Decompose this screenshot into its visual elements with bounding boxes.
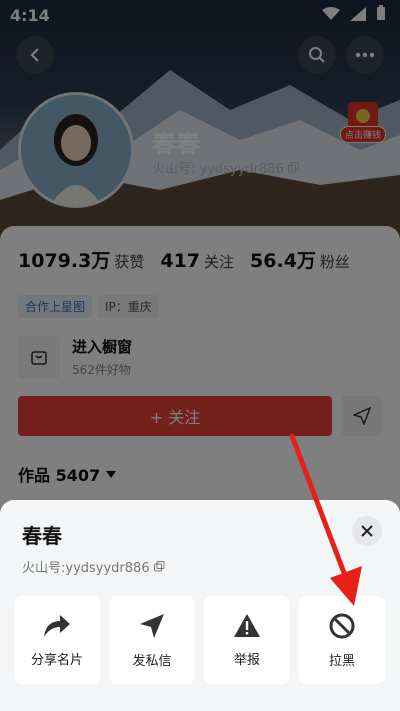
sheet-profile-name: 春春 xyxy=(22,524,62,548)
warning-icon xyxy=(234,613,260,637)
action-sheet: 春春 火山号:yydsyydr886 分享名片 发私信 举报 拉黑 xyxy=(0,500,400,711)
copy-icon[interactable] xyxy=(153,561,165,572)
sheet-volcano-id: 火山号:yydsyydr886 xyxy=(22,557,386,576)
share-arrow-icon xyxy=(44,614,70,637)
close-button[interactable] xyxy=(352,516,382,546)
share-card-button[interactable]: 分享名片 xyxy=(14,596,100,684)
send-message-icon xyxy=(140,613,164,638)
send-private-message-button[interactable]: 发私信 xyxy=(109,596,195,684)
block-icon xyxy=(329,613,355,638)
report-button[interactable]: 举报 xyxy=(204,596,290,684)
block-button[interactable]: 拉黑 xyxy=(299,596,385,684)
close-icon xyxy=(361,525,373,537)
